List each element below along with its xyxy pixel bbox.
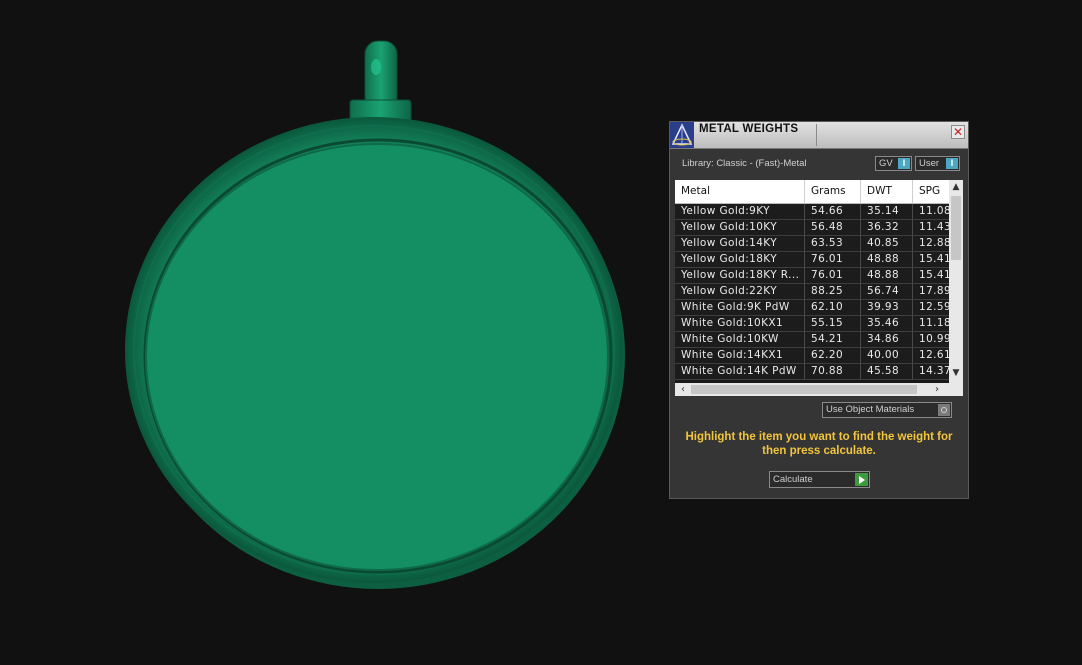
library-label: Library: Classic - (Fast)-Metal [682, 158, 807, 169]
calculate-button[interactable]: Calculate [769, 471, 870, 488]
horizontal-scrollbar[interactable]: ‹ › [675, 383, 963, 396]
spg-cell: 11.08 [919, 205, 949, 217]
dwt-cell: 35.14 [861, 204, 913, 219]
table-row[interactable]: Yellow Gold:14KY 63.53 40.85 12.88 [675, 236, 949, 252]
user-toggle-knob-icon: I [946, 158, 958, 169]
table-row[interactable]: Yellow Gold:18KY R... 76.01 48.88 15.41 [675, 268, 949, 284]
gv-toggle-label: GV [879, 158, 893, 169]
spg-cell: 14.37 [919, 365, 949, 377]
metal-cell: Yellow Gold:22KY [675, 284, 805, 299]
dwt-cell: 48.88 [861, 252, 913, 267]
grams-cell: 62.10 [805, 300, 861, 315]
horizontal-scroll-thumb[interactable] [691, 385, 917, 394]
metal-cell: Yellow Gold:10KY [675, 220, 805, 235]
metal-cell: White Gold:9K PdW [675, 300, 805, 315]
dwt-cell: 45.58 [861, 364, 913, 379]
table-row[interactable]: White Gold:10KX1 55.15 35.46 11.18 [675, 316, 949, 332]
grams-cell: 76.01 [805, 268, 861, 283]
metal-cell: White Gold:10KX1 [675, 316, 805, 331]
grams-cell: 62.20 [805, 348, 861, 363]
metal-cell: White Gold:10KW [675, 332, 805, 347]
column-header-dwt[interactable]: DWT [861, 180, 913, 203]
radio-icon [938, 404, 950, 416]
spg-cell: 15.41 [919, 269, 949, 281]
spg-cell: 12.88 [919, 237, 949, 249]
spg-cell: 12.61 [919, 349, 949, 361]
metal-cell: White Gold:14KX1 [675, 348, 805, 363]
table-row[interactable]: Yellow Gold:18KY 76.01 48.88 15.41 [675, 252, 949, 268]
close-button[interactable]: ✕ [951, 125, 965, 139]
scroll-down-icon[interactable]: ▼ [949, 366, 963, 380]
dwt-cell: 34.86 [861, 332, 913, 347]
dwt-cell: 39.93 [861, 300, 913, 315]
column-header-grams[interactable]: Grams [805, 180, 861, 203]
user-toggle-label: User [919, 158, 940, 169]
table-body: Yellow Gold:9KY 54.66 35.14 11.08 Yellow Gol… [675, 204, 949, 380]
grams-cell: 54.66 [805, 204, 861, 219]
grams-cell: 70.88 [805, 364, 861, 379]
use-object-materials-toggle[interactable]: Use Object Materials [822, 402, 952, 418]
column-header-spg[interactable]: SPG [913, 180, 949, 203]
grams-cell: 55.15 [805, 316, 861, 331]
metal-cell: Yellow Gold:18KY R... [675, 268, 805, 283]
grams-cell: 54.21 [805, 332, 861, 347]
vertical-scroll-thumb[interactable] [951, 196, 961, 260]
play-icon [855, 473, 868, 486]
spg-cell: 12.59 [919, 301, 949, 313]
title-separator [816, 124, 817, 146]
dwt-cell: 40.85 [861, 236, 913, 251]
user-toggle[interactable]: User I [915, 156, 960, 171]
dwt-cell: 56.74 [861, 284, 913, 299]
app-logo-icon [670, 122, 694, 148]
spg-cell: 11.43 [919, 221, 949, 233]
metal-cell: White Gold:14K PdW [675, 364, 805, 379]
table-header: Metal Grams DWT SPG [675, 180, 949, 204]
metal-cell: Yellow Gold:18KY [675, 252, 805, 267]
calculate-label: Calculate [773, 474, 813, 485]
scroll-up-icon[interactable]: ▲ [949, 180, 963, 194]
grams-cell: 56.48 [805, 220, 861, 235]
table-row[interactable]: Yellow Gold:10KY 56.48 36.32 11.43 [675, 220, 949, 236]
spg-cell: 17.89 [919, 285, 949, 297]
scroll-left-icon[interactable]: ‹ [677, 383, 689, 396]
panel-title: METAL WEIGHTS [699, 123, 799, 135]
vertical-scrollbar[interactable]: ▲ ▼ [949, 180, 963, 383]
grams-cell: 88.25 [805, 284, 861, 299]
dwt-cell: 40.00 [861, 348, 913, 363]
dwt-cell: 35.46 [861, 316, 913, 331]
dwt-cell: 36.32 [861, 220, 913, 235]
hint-text: Highlight the item you want to find the … [685, 431, 953, 457]
spg-cell: 11.18 [919, 317, 949, 329]
grams-cell: 76.01 [805, 252, 861, 267]
table-row[interactable]: Yellow Gold:9KY 54.66 35.14 11.08 [675, 204, 949, 220]
table-row[interactable]: White Gold:10KW 54.21 34.86 10.99 [675, 332, 949, 348]
use-object-materials-label: Use Object Materials [826, 404, 915, 415]
gv-toggle[interactable]: GV I [875, 156, 912, 171]
spg-cell: 10.99 [919, 333, 949, 345]
table-row[interactable]: White Gold:14KX1 62.20 40.00 12.61 [675, 348, 949, 364]
metal-cell: Yellow Gold:14KY [675, 236, 805, 251]
table-row[interactable]: White Gold:14K PdW 70.88 45.58 14.37 [675, 364, 949, 380]
pendant-face [145, 143, 609, 571]
spg-cell: 15.41 [919, 253, 949, 265]
table-row[interactable]: White Gold:9K PdW 62.10 39.93 12.59 [675, 300, 949, 316]
dwt-cell: 48.88 [861, 268, 913, 283]
gv-toggle-knob-icon: I [898, 158, 910, 169]
column-header-metal[interactable]: Metal [675, 180, 805, 203]
grams-cell: 63.53 [805, 236, 861, 251]
metal-cell: Yellow Gold:9KY [675, 204, 805, 219]
close-icon: ✕ [952, 125, 964, 139]
metal-weights-table: Metal Grams DWT SPG Yellow Gold:9KY 54.66… [675, 180, 963, 396]
metal-weights-panel: METAL WEIGHTS ✕ Library: Classic - (Fast… [669, 121, 969, 499]
panel-titlebar[interactable]: METAL WEIGHTS ✕ [670, 122, 968, 149]
table-row[interactable]: Yellow Gold:22KY 88.25 56.74 17.89 [675, 284, 949, 300]
scroll-right-icon[interactable]: › [931, 383, 943, 396]
